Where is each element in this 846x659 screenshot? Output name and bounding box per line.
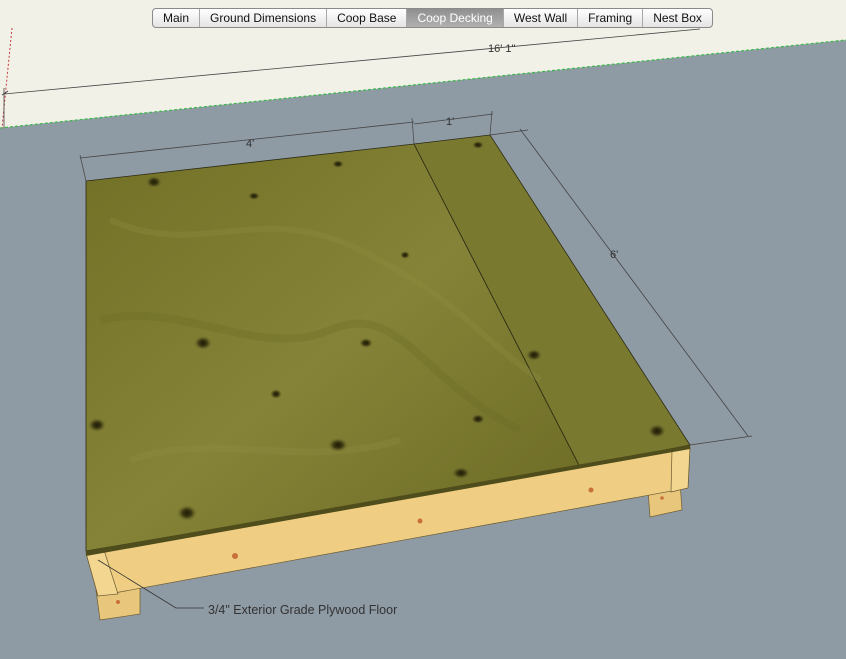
- scene-tab-bar: Main Ground Dimensions Coop Base Coop De…: [152, 8, 713, 28]
- callout-text: 3/4" Exterior Grade Plywood Floor: [208, 603, 397, 617]
- plywood-knot: [146, 176, 162, 188]
- dimension-label-overall: 16' 1": [488, 43, 516, 55]
- plywood-knot: [332, 160, 344, 168]
- plywood-knot: [526, 349, 542, 361]
- lumber-knot: [660, 496, 664, 500]
- plywood-knot: [270, 389, 282, 399]
- plywood-knot: [472, 141, 484, 149]
- tab-ground-dimensions[interactable]: Ground Dimensions: [200, 9, 328, 27]
- tab-framing[interactable]: Framing: [578, 9, 644, 27]
- lumber-knot: [588, 487, 594, 493]
- tab-main[interactable]: Main: [153, 9, 201, 27]
- plywood-knot: [452, 467, 470, 479]
- plywood-knot: [471, 414, 485, 424]
- lumber-knot: [116, 600, 120, 604]
- plywood-knot: [359, 338, 373, 348]
- dimension-label-6ft: 6': [610, 249, 618, 261]
- plywood-knot: [248, 192, 260, 200]
- tab-coop-base[interactable]: Coop Base: [327, 9, 408, 27]
- plywood-knot: [400, 251, 410, 259]
- width-dimension-1ft: 1': [413, 110, 494, 136]
- tab-west-wall[interactable]: West Wall: [504, 9, 579, 27]
- plywood-knot: [88, 418, 106, 432]
- post-block-right: [670, 446, 691, 493]
- plywood-knot: [177, 505, 197, 521]
- dimension-label-1ft: 1': [446, 116, 454, 128]
- sketchup-viewport[interactable]: 16' 1" 4' 1' 6' 3/4" Exterior Grade Plyw…: [0, 0, 846, 659]
- tab-nest-box[interactable]: Nest Box: [643, 9, 712, 27]
- dimension-label-4ft: 4': [246, 138, 254, 150]
- plywood-knot: [648, 424, 666, 438]
- tab-coop-decking[interactable]: Coop Decking: [407, 9, 504, 27]
- model-view[interactable]: 16' 1" 4' 1' 6' 3/4" Exterior Grade Plyw…: [0, 0, 846, 659]
- plywood-knot: [328, 438, 348, 452]
- plywood-knot: [194, 336, 212, 350]
- lumber-knot: [417, 518, 423, 524]
- lumber-knot: [232, 553, 238, 559]
